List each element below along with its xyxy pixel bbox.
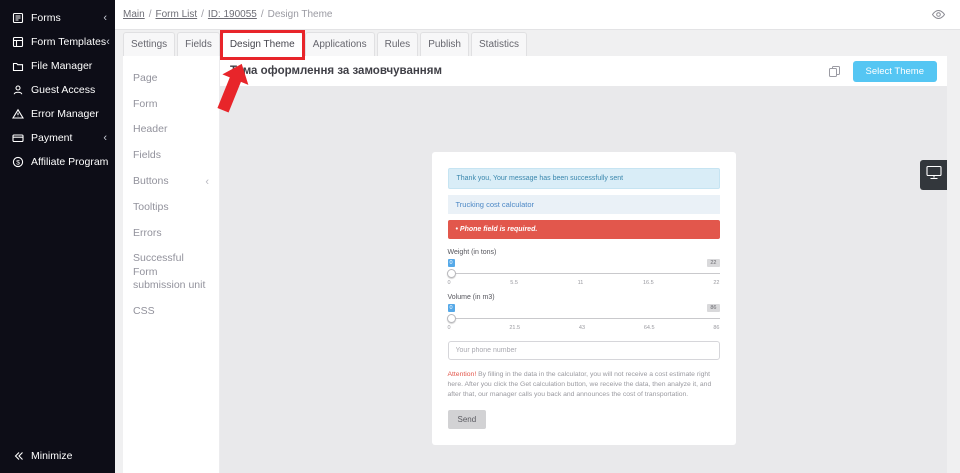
design-panel-item-success-unit[interactable]: Successful Form submission unit [123, 246, 219, 299]
sidebar-item-guest-access[interactable]: Guest Access [0, 78, 115, 102]
sidebar-item-label: Payment [31, 132, 73, 144]
weight-slider-scale: 0 5.5 11 16.5 22 [447, 280, 720, 286]
sidebar-nav: Forms ‹ Form Templates ‹ File Manager Gu… [0, 0, 115, 174]
sidebar-item-payment[interactable]: Payment ‹ [0, 126, 115, 150]
forms-icon [12, 12, 24, 24]
form-preview-title[interactable]: Trucking cost calculator [447, 195, 720, 214]
payment-icon [12, 132, 24, 144]
attention-body: By filling in the data in the calculator… [447, 371, 712, 398]
error-alert: • Phone field is required. [447, 220, 720, 239]
volume-slider-scale: 0 21.5 43 64.5 86 [447, 325, 720, 331]
tab-design-theme[interactable]: Design Theme [217, 30, 305, 113]
app-root: Forms ‹ Form Templates ‹ File Manager Gu… [0, 0, 960, 473]
volume-slider-handle[interactable] [446, 314, 456, 323]
weight-slider-label: Weight (in tons) [447, 249, 497, 256]
monitor-icon [925, 165, 942, 185]
breadcrumb-separator: / [148, 9, 152, 20]
design-panel-item-header[interactable]: Header [123, 117, 219, 143]
guest-access-icon [12, 84, 24, 96]
volume-value-badge: 0 [447, 304, 455, 312]
content: Тема оформлення за замовчуванням Select … [220, 56, 947, 473]
breadcrumb-separator: / [201, 9, 204, 20]
sidebar-item-label: Forms [31, 12, 61, 24]
select-theme-button[interactable]: Select Theme [852, 60, 937, 82]
tab-applications[interactable]: Applications [304, 32, 375, 56]
breadcrumb-current: Design Theme [267, 9, 333, 20]
minimize-label: Minimize [31, 450, 73, 462]
chevron-left-icon: ‹ [103, 11, 107, 24]
weight-slider-handle[interactable] [446, 269, 456, 278]
form-preview-card: Thank you, Your message has been success… [431, 152, 736, 445]
attention-highlight: Attention! [447, 371, 477, 378]
preview-area: Thank you, Your message has been success… [220, 86, 947, 473]
breadcrumb-separator: / [260, 9, 264, 20]
design-panel-item-buttons[interactable]: Buttons ‹ [123, 169, 219, 195]
design-panel-item-tooltips[interactable]: Tooltips [123, 195, 219, 221]
sidebar-item-form-templates[interactable]: Form Templates ‹ [0, 30, 115, 54]
phone-input[interactable] [447, 341, 720, 360]
minimize-icon [12, 450, 24, 462]
chevron-left-icon: ‹ [103, 131, 107, 144]
topbar: Main / Form List / ID: 190055 / Design T… [115, 0, 960, 30]
design-panel: Page Form Header Fields Buttons ‹ Toolti… [123, 56, 220, 473]
sidebar-item-affiliate-program[interactable]: $ Affiliate Program [0, 150, 115, 174]
tab-rules[interactable]: Rules [376, 32, 419, 56]
design-panel-item-fields[interactable]: Fields [123, 143, 219, 169]
breadcrumb-form-id-link[interactable]: ID: 190055 [208, 9, 257, 20]
weight-slider-block: Weight (in tons) 0 22 0 5.5 11 16.5 22 [446, 249, 720, 286]
volume-slider-block: Volume (in m3) 0 86 0 21.5 43 64.5 86 [446, 294, 720, 331]
tab-statistics[interactable]: Statistics [471, 32, 528, 56]
tabs-bar: Settings Fields Design Theme Application… [115, 30, 960, 113]
weight-max-badge: 22 [707, 259, 720, 267]
content-header: Тема оформлення за замовчуванням Select … [220, 56, 947, 86]
error-manager-icon [12, 108, 24, 120]
sidebar-item-label: File Manager [31, 60, 93, 72]
desktop-preview-button[interactable] [920, 160, 947, 190]
attention-note: Attention! By filling in the data in the… [448, 370, 720, 400]
copy-theme-icon[interactable] [828, 65, 841, 78]
tab-publish[interactable]: Publish [420, 32, 469, 56]
weight-slider[interactable] [446, 269, 720, 279]
file-manager-icon [12, 60, 24, 72]
tab-design-theme-label: Design Theme [229, 39, 295, 50]
minimize-button[interactable]: Minimize [0, 443, 115, 469]
content-row: Page Form Header Fields Buttons ‹ Toolti… [115, 56, 960, 473]
svg-text:$: $ [16, 159, 20, 166]
sidebar-item-label: Guest Access [31, 84, 96, 96]
sidebar-item-label: Affiliate Program [31, 156, 109, 168]
breadcrumb: Main / Form List / ID: 190055 / Design T… [123, 9, 333, 20]
page-title: Тема оформлення за замовчуванням [230, 65, 442, 77]
design-panel-item-page[interactable]: Page [123, 66, 219, 92]
tab-fields[interactable]: Fields [177, 32, 220, 56]
sidebar-item-label: Form Templates [31, 36, 107, 48]
eye-icon[interactable] [931, 9, 946, 20]
weight-value-badge: 0 [447, 259, 455, 267]
breadcrumb-main-link[interactable]: Main [123, 9, 145, 20]
form-templates-icon [12, 36, 24, 48]
sidebar: Forms ‹ Form Templates ‹ File Manager Gu… [0, 0, 115, 473]
affiliate-program-icon: $ [12, 156, 24, 168]
chevron-left-icon: ‹ [205, 175, 209, 188]
tab-settings[interactable]: Settings [123, 32, 176, 56]
breadcrumb-form-list-link[interactable]: Form List [155, 9, 197, 20]
volume-slider-label: Volume (in m3) [447, 294, 495, 301]
design-panel-item-css[interactable]: CSS [123, 299, 219, 325]
volume-slider[interactable] [446, 314, 720, 324]
design-panel-item-errors[interactable]: Errors [123, 221, 219, 247]
design-panel-item-form[interactable]: Form [123, 92, 219, 118]
main-area: Main / Form List / ID: 190055 / Design T… [115, 0, 960, 473]
chevron-left-icon: ‹ [106, 35, 110, 48]
sidebar-item-forms[interactable]: Forms ‹ [0, 6, 115, 30]
sidebar-item-error-manager[interactable]: Error Manager [0, 102, 115, 126]
sidebar-item-file-manager[interactable]: File Manager [0, 54, 115, 78]
success-alert: Thank you, Your message has been success… [447, 168, 720, 189]
sidebar-item-label: Error Manager [31, 108, 99, 120]
send-button[interactable]: Send [447, 409, 487, 429]
volume-max-badge: 86 [707, 304, 720, 312]
